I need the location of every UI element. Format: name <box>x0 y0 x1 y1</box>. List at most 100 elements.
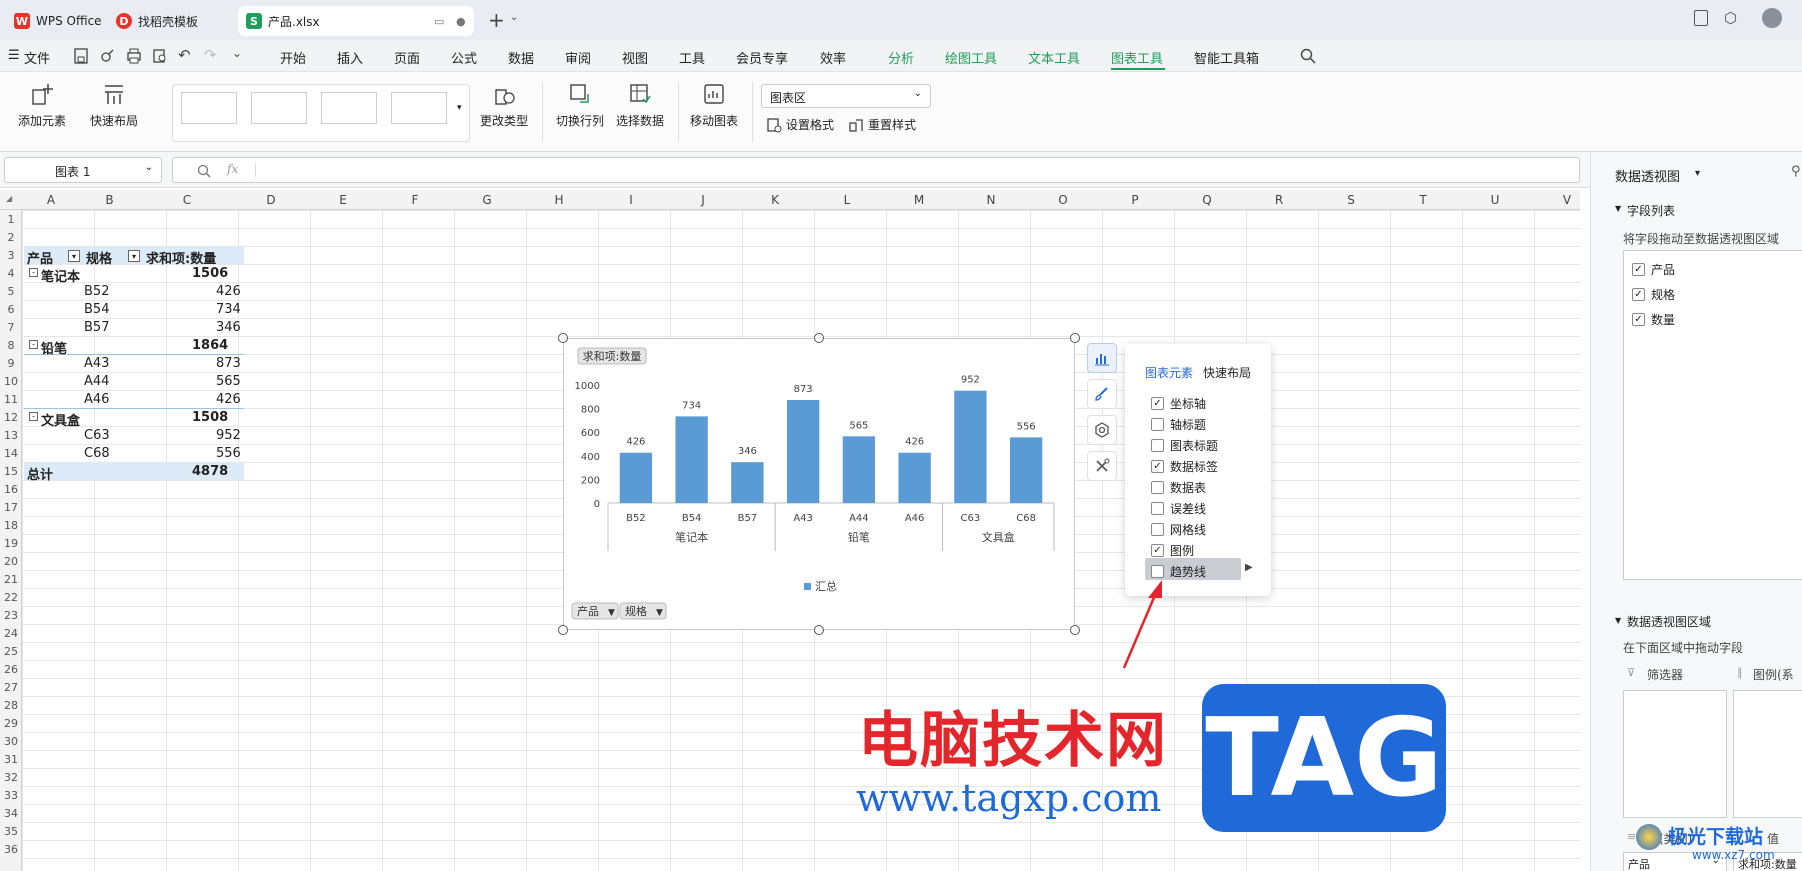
row-number[interactable]: 26 <box>0 663 22 676</box>
popup-item[interactable]: 图表标题 <box>1151 437 1218 454</box>
chart-area-select[interactable]: 图表区 ⌄ <box>761 84 931 108</box>
pin-icon[interactable]: ⚲ <box>1791 164 1801 179</box>
field-item[interactable]: ✓ 规格 <box>1632 286 1675 303</box>
row-number[interactable]: 3 <box>0 249 22 262</box>
row-number[interactable]: 2 <box>0 231 22 244</box>
row-number[interactable]: 23 <box>0 609 22 622</box>
set-format-button[interactable]: 设置格式 <box>766 116 834 133</box>
print-preview-icon[interactable] <box>152 48 168 64</box>
resize-handle[interactable] <box>1070 625 1080 635</box>
new-tab-icon[interactable]: + <box>488 8 505 32</box>
chart-title[interactable]: 求和项:数量 <box>583 350 642 363</box>
checkbox[interactable] <box>1151 502 1164 515</box>
menu-drawing-tools[interactable]: 绘图工具 <box>945 48 997 67</box>
column-header-s[interactable]: S <box>1315 193 1387 207</box>
submenu-arrow-icon[interactable]: ▶ <box>1245 562 1253 573</box>
section-collapse-icon[interactable]: ▼ <box>1615 204 1621 213</box>
tab-template[interactable]: D 找稻壳模板 <box>108 6 232 36</box>
row-number[interactable]: 12 <box>0 411 22 424</box>
legend-drop-zone[interactable] <box>1733 690 1802 818</box>
section-collapse-icon[interactable]: ▼ <box>1615 616 1621 625</box>
popup-item[interactable]: 网格线 <box>1151 521 1206 538</box>
row-number[interactable]: 22 <box>0 591 22 604</box>
row-number[interactable]: 7 <box>0 321 22 334</box>
column-header-d[interactable]: D <box>235 193 307 207</box>
row-number[interactable]: 30 <box>0 735 22 748</box>
popup-item[interactable]: ✓ 图例 <box>1151 542 1194 559</box>
column-header-t[interactable]: T <box>1387 193 1459 207</box>
checkbox[interactable] <box>1151 439 1164 452</box>
switch-row-col-button[interactable]: 切换行列 <box>556 82 604 129</box>
menu-analysis[interactable]: 分析 <box>888 48 914 67</box>
filter-dropdown-icon[interactable]: ▾ <box>68 250 80 262</box>
column-header-u[interactable]: U <box>1459 193 1531 207</box>
checkbox[interactable]: ✓ <box>1151 460 1164 473</box>
checkbox[interactable]: ✓ <box>1632 263 1645 276</box>
column-header-a[interactable]: A <box>22 193 80 207</box>
field-item[interactable]: ✓ 产品 <box>1632 261 1675 278</box>
column-header-m[interactable]: M <box>883 193 955 207</box>
column-header-j[interactable]: J <box>667 193 739 207</box>
resize-handle[interactable] <box>814 625 824 635</box>
hamburger-icon[interactable]: ☰ <box>8 48 20 63</box>
menu-smart-toolbox[interactable]: 智能工具箱 <box>1194 48 1259 67</box>
checkbox[interactable]: ✓ <box>1632 313 1645 326</box>
column-header-g[interactable]: G <box>451 193 523 207</box>
tab-file[interactable]: S 产品.xlsx ▭ ● <box>238 6 474 36</box>
chart-filter-button[interactable] <box>1087 415 1117 445</box>
formula-input[interactable]: fx <box>172 157 1580 183</box>
quick-access-chevron-icon[interactable]: ⌄ <box>232 46 242 60</box>
row-number[interactable]: 31 <box>0 753 22 766</box>
save-icon[interactable] <box>74 48 88 64</box>
checkbox[interactable] <box>1151 481 1164 494</box>
column-header-h[interactable]: H <box>523 193 595 207</box>
column-header-e[interactable]: E <box>307 193 379 207</box>
menu-data[interactable]: 数据 <box>508 48 534 67</box>
column-header-l[interactable]: L <box>811 193 883 207</box>
row-number[interactable]: 20 <box>0 555 22 568</box>
row-number[interactable]: 8 <box>0 339 22 352</box>
row-number[interactable]: 21 <box>0 573 22 586</box>
collapse-icon[interactable]: - <box>29 268 38 277</box>
checkbox[interactable] <box>1151 523 1164 536</box>
collapse-icon[interactable]: - <box>29 412 38 421</box>
row-number[interactable]: 32 <box>0 771 22 784</box>
move-chart-button[interactable]: 移动图表 <box>690 82 738 129</box>
row-number[interactable]: 33 <box>0 789 22 802</box>
menu-text-tools[interactable]: 文本工具 <box>1028 48 1080 67</box>
chart-style-thumb[interactable] <box>181 92 237 124</box>
row-number[interactable]: 6 <box>0 303 22 316</box>
cube-icon[interactable]: ⬡ <box>1724 9 1737 27</box>
column-header-b[interactable]: B <box>80 193 139 207</box>
gallery-expand-icon[interactable]: ▾ <box>457 103 462 113</box>
menu-review[interactable]: 审阅 <box>565 48 591 67</box>
popup-item[interactable]: 误差线 <box>1151 500 1206 517</box>
row-number[interactable]: 1 <box>0 213 22 226</box>
popup-item[interactable]: ✓ 数据标签 <box>1151 458 1218 475</box>
print-icon[interactable] <box>126 48 142 64</box>
popup-tab-chart-elements[interactable]: 图表元素 <box>1145 364 1193 381</box>
row-number[interactable]: 27 <box>0 681 22 694</box>
menu-formula[interactable]: 公式 <box>451 48 477 67</box>
row-number[interactable]: 17 <box>0 501 22 514</box>
row-number[interactable]: 19 <box>0 537 22 550</box>
monitor-icon[interactable]: ▭ <box>434 15 444 28</box>
row-number[interactable]: 29 <box>0 717 22 730</box>
menu-efficiency[interactable]: 效率 <box>820 48 846 67</box>
row-number[interactable]: 16 <box>0 483 22 496</box>
avatar[interactable] <box>1762 8 1782 28</box>
row-number[interactable]: 14 <box>0 447 22 460</box>
resize-handle[interactable] <box>814 333 824 343</box>
filter-dropdown-icon[interactable]: ▾ <box>128 250 140 262</box>
quick-layout-button[interactable]: 快速布局 <box>90 82 138 129</box>
menu-file[interactable]: 文件 <box>24 48 50 67</box>
menu-home[interactable]: 开始 <box>280 48 306 67</box>
popup-item[interactable]: 轴标题 <box>1151 416 1206 433</box>
filter-drop-zone[interactable] <box>1623 690 1727 818</box>
row-number[interactable]: 35 <box>0 825 22 838</box>
chart-style-thumb[interactable] <box>391 92 447 124</box>
menu-tools[interactable]: 工具 <box>679 48 705 67</box>
select-data-button[interactable]: 选择数据 <box>616 82 664 129</box>
row-number[interactable]: 34 <box>0 807 22 820</box>
row-number[interactable]: 28 <box>0 699 22 712</box>
